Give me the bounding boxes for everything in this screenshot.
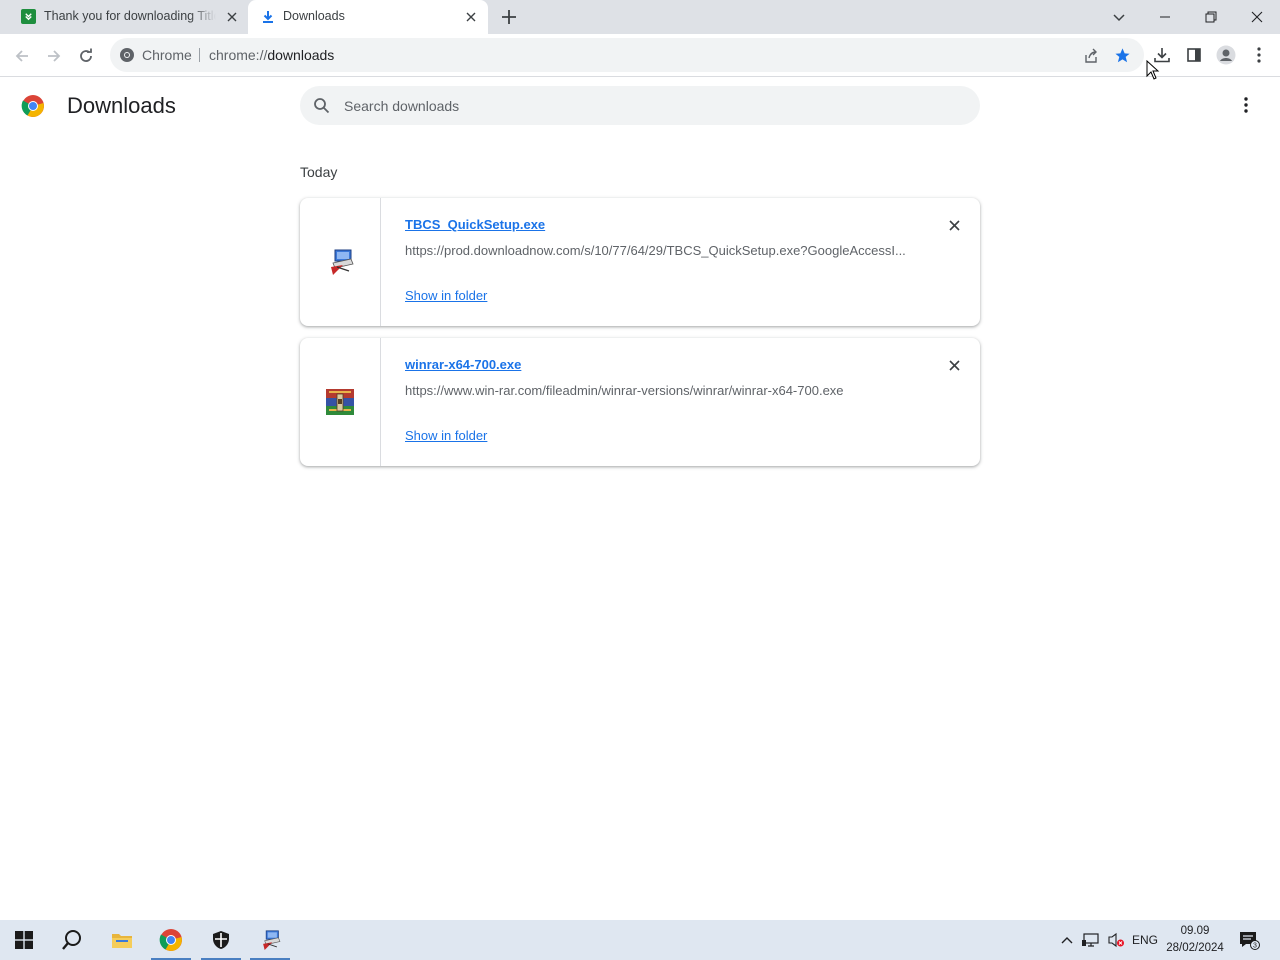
show-in-folder-link[interactable]: Show in folder <box>405 288 487 303</box>
show-in-folder-link[interactable]: Show in folder <box>405 428 487 443</box>
show-hidden-icons-chevron-icon[interactable] <box>1058 920 1076 960</box>
profile-avatar-icon[interactable] <box>1215 44 1237 66</box>
search-downloads-box[interactable] <box>300 86 980 125</box>
restore-icon[interactable] <box>1200 6 1222 28</box>
download-filename-link[interactable]: TBCS_QuickSetup.exe <box>405 217 545 232</box>
page-title: Downloads <box>67 93 176 118</box>
tab-title: Thank you for downloading Title <box>44 9 216 23</box>
side-panel-icon[interactable] <box>1183 44 1205 66</box>
network-icon[interactable] <box>1080 920 1102 960</box>
windows-taskbar: ENG 09.09 28/02/2024 3 <box>0 920 1280 960</box>
system-clock[interactable]: 09.09 28/02/2024 <box>1160 923 1230 957</box>
divider <box>199 48 200 62</box>
mouse-cursor-icon <box>1146 59 1160 80</box>
chrome-site-icon <box>119 47 135 63</box>
reload-icon[interactable] <box>75 45 97 67</box>
windows-start-icon[interactable] <box>2 920 46 960</box>
file-icon-column <box>300 338 381 466</box>
back-arrow-icon[interactable] <box>11 45 33 67</box>
tab-search-chevron-icon[interactable] <box>1108 6 1130 28</box>
tab-thank-you[interactable]: Thank you for downloading Title <box>8 0 248 34</box>
notification-count: 3 <box>1253 943 1257 950</box>
winrar-icon <box>323 385 357 419</box>
download-icon <box>260 9 276 25</box>
download-source-url[interactable]: https://prod.downloadnow.com/s/10/77/64/… <box>405 243 925 258</box>
date-section-header: Today <box>300 164 338 180</box>
browser-toolbar: Chrome chrome://downloads <box>0 34 1280 80</box>
security-shield-icon[interactable] <box>199 920 243 960</box>
language-indicator[interactable]: ENG <box>1130 920 1160 960</box>
more-actions-icon[interactable] <box>1236 95 1256 115</box>
download-item: winrar-x64-700.exe https://www.win-rar.c… <box>300 338 980 466</box>
share-icon[interactable] <box>1079 44 1101 66</box>
download-site-icon <box>21 9 36 24</box>
clock-date: 28/02/2024 <box>1166 942 1224 954</box>
tab-strip: Thank you for downloading Title Download… <box>0 0 1280 34</box>
clock-time: 09.09 <box>1180 925 1210 937</box>
installer-icon <box>323 245 357 279</box>
url-text: chrome://downloads <box>209 47 335 63</box>
tab-title: Downloads <box>283 9 345 23</box>
download-item: TBCS_QuickSetup.exe https://prod.downloa… <box>300 198 980 326</box>
search-icon <box>313 97 330 114</box>
chrome-menu-icon[interactable] <box>1248 44 1270 66</box>
new-tab-icon[interactable] <box>500 8 518 26</box>
close-window-icon[interactable] <box>1246 6 1268 28</box>
close-tab-icon[interactable] <box>463 9 479 25</box>
close-tab-icon[interactable] <box>224 9 240 25</box>
search-taskbar-icon[interactable] <box>50 920 94 960</box>
bookmark-star-icon[interactable] <box>1111 44 1133 66</box>
minimize-icon[interactable] <box>1154 6 1176 28</box>
remove-download-icon[interactable] <box>944 355 964 375</box>
address-bar[interactable]: Chrome chrome://downloads <box>110 38 1144 72</box>
volume-muted-icon[interactable] <box>1105 920 1127 960</box>
search-input[interactable] <box>344 95 944 117</box>
download-source-url[interactable]: https://www.win-rar.com/fileadmin/winrar… <box>405 383 925 398</box>
file-explorer-icon[interactable] <box>100 920 144 960</box>
tab-downloads[interactable]: Downloads <box>248 0 488 34</box>
installer-taskbar-icon[interactable] <box>248 920 292 960</box>
forward-arrow-icon[interactable] <box>43 45 65 67</box>
site-label: Chrome <box>142 47 192 63</box>
notification-center-icon[interactable]: 3 <box>1236 920 1262 960</box>
file-icon-column <box>300 198 381 326</box>
remove-download-icon[interactable] <box>944 215 964 235</box>
download-filename-link[interactable]: winrar-x64-700.exe <box>405 357 521 372</box>
chrome-logo-icon <box>21 94 45 118</box>
chrome-taskbar-icon[interactable] <box>149 920 193 960</box>
